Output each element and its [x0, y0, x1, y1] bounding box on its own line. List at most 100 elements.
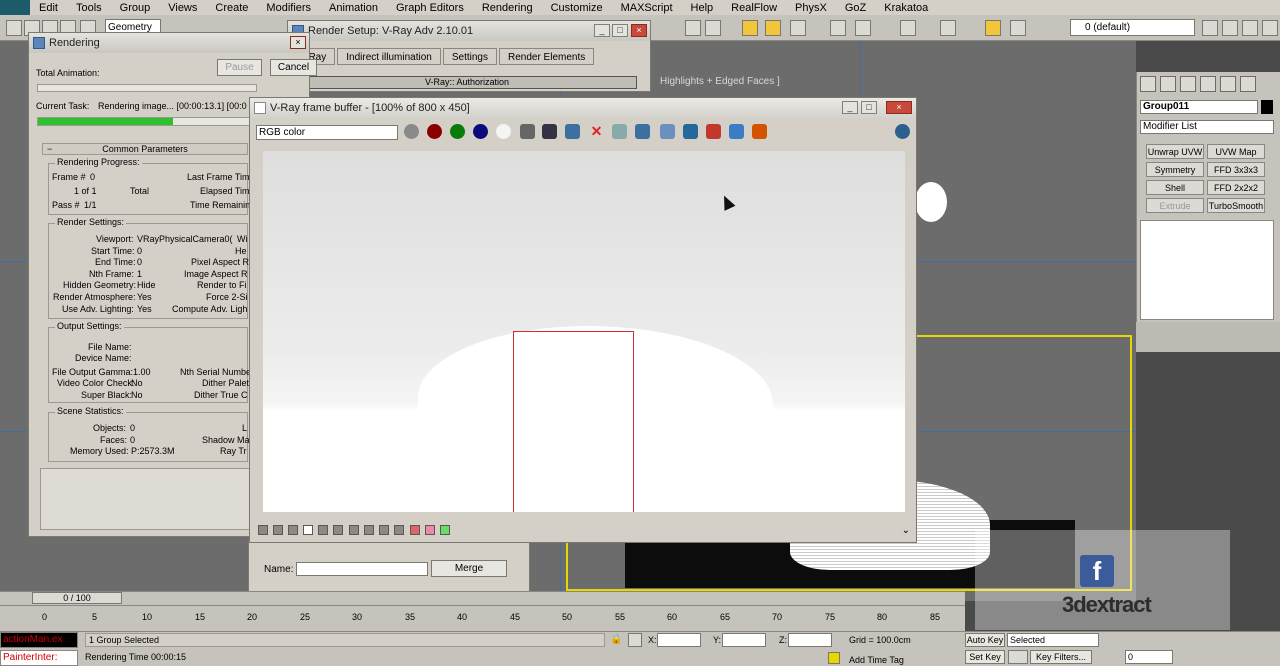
vfb-color-icon[interactable] [288, 525, 298, 535]
vfb-lut-icon[interactable] [379, 525, 389, 535]
name-field[interactable] [296, 562, 428, 576]
modifier-list-select[interactable]: Modifier List [1140, 120, 1274, 134]
menu-group[interactable]: Group [111, 2, 160, 14]
menu-krakatoa[interactable]: Krakatoa [875, 2, 937, 14]
close-icon[interactable]: × [631, 24, 647, 37]
save-image-icon[interactable] [542, 124, 557, 139]
clear-image-icon[interactable]: ✕ [589, 124, 604, 139]
layer-properties-icon[interactable] [1262, 20, 1278, 36]
vfb-curve-icon[interactable] [333, 525, 343, 535]
render-last-icon[interactable] [683, 124, 698, 139]
region-render-icon[interactable] [660, 124, 675, 139]
menu-maxscript[interactable]: MAXScript [612, 2, 682, 14]
load-image-icon[interactable] [565, 124, 580, 139]
menu-tools[interactable]: Tools [67, 2, 111, 14]
menu-create[interactable]: Create [206, 2, 257, 14]
link-to-render-icon[interactable] [706, 124, 721, 139]
menu-customize[interactable]: Customize [542, 2, 612, 14]
menu-views[interactable]: Views [159, 2, 206, 14]
tab-render-elements[interactable]: Render Elements [498, 48, 595, 65]
x-coordinate-field[interactable] [657, 633, 701, 647]
layer-select[interactable]: 0 (default) [1070, 19, 1195, 36]
maximize-icon[interactable]: □ [612, 24, 628, 37]
vfb-history-icon[interactable] [273, 525, 283, 535]
motion-tab-icon[interactable] [1200, 76, 1216, 92]
absolute-mode-icon[interactable] [628, 633, 642, 647]
utilities-tab-icon[interactable] [1240, 76, 1256, 92]
vfb-ab-icon[interactable] [440, 525, 450, 535]
minimize-icon[interactable]: _ [594, 24, 610, 37]
modifier-stack[interactable] [1140, 220, 1274, 320]
material-editor-icon[interactable] [985, 20, 1001, 36]
key-mode-select[interactable]: Selected [1007, 633, 1099, 647]
menu-help[interactable]: Help [682, 2, 723, 14]
time-tag-icon[interactable] [828, 652, 840, 664]
add-to-layer-icon[interactable] [1222, 20, 1238, 36]
vfb-stereo-icon[interactable] [410, 525, 420, 535]
object-color-swatch[interactable] [1261, 100, 1273, 114]
menu-edit[interactable]: Edit [30, 2, 67, 14]
minimize-icon[interactable]: _ [842, 101, 858, 114]
uvw-map-button[interactable]: UVW Map [1207, 144, 1265, 159]
display-tab-icon[interactable] [1220, 76, 1236, 92]
tab-settings[interactable]: Settings [442, 48, 497, 65]
vfb-levels-icon[interactable] [318, 525, 328, 535]
symmetry-button[interactable]: Symmetry [1146, 162, 1204, 177]
hierarchy-tab-icon[interactable] [1180, 76, 1196, 92]
menu-animation[interactable]: Animation [320, 2, 387, 14]
common-parameters-rollout[interactable]: − Common Parameters [42, 143, 248, 155]
duplicate-icon[interactable] [612, 124, 627, 139]
curve-editor-icon[interactable] [940, 20, 956, 36]
menu-physx[interactable]: PhysX [786, 2, 836, 14]
menu-realflow[interactable]: RealFlow [722, 2, 786, 14]
menu-graph-editors[interactable]: Graph Editors [387, 2, 473, 14]
menu-rendering[interactable]: Rendering [473, 2, 542, 14]
render-region-box[interactable] [513, 331, 634, 512]
display-correction-icon[interactable] [729, 124, 744, 139]
set-key-icon[interactable] [1008, 650, 1028, 664]
vray-authorization-rollout[interactable]: V-Ray:: Authorization [297, 76, 637, 89]
channel-select[interactable]: RGB color [256, 125, 398, 140]
rendered-image[interactable] [263, 151, 905, 512]
angle-snap-icon[interactable] [705, 20, 721, 36]
snap-icon[interactable] [685, 20, 701, 36]
vfb-compare-icon[interactable] [425, 525, 435, 535]
car-wireframe-mesh-top[interactable] [915, 182, 947, 222]
vfb-hdr-icon[interactable] [394, 525, 404, 535]
maximize-icon[interactable]: □ [861, 101, 877, 114]
green-channel-icon[interactable] [450, 124, 465, 139]
lock-selection-icon[interactable]: 🔒 [610, 634, 622, 645]
rgb-channel-icon[interactable] [404, 124, 419, 139]
extrude-button[interactable]: Extrude [1146, 198, 1204, 213]
add-time-tag-button[interactable]: Add Time Tag [849, 655, 904, 665]
render-teapot-icon[interactable] [895, 124, 910, 139]
blue-channel-icon[interactable] [473, 124, 488, 139]
select-layer-icon[interactable] [1242, 20, 1258, 36]
vfb-expand-icon[interactable]: ⌄ [902, 525, 910, 536]
spinner-snap-icon[interactable] [765, 20, 781, 36]
close-icon[interactable]: × [886, 101, 912, 114]
named-selection-icon[interactable] [790, 20, 806, 36]
object-name-field[interactable]: Group011 [1140, 100, 1258, 114]
set-key-button[interactable]: Set Key [965, 650, 1005, 664]
render-setup-icon[interactable] [1010, 20, 1026, 36]
close-icon[interactable]: × [290, 36, 306, 49]
merge-button[interactable]: Merge [431, 560, 507, 577]
maxscript-listener-input[interactable]: PainterInter: [0, 650, 78, 666]
vfb-info-icon[interactable] [258, 525, 268, 535]
key-filters-button[interactable]: Key Filters... [1030, 650, 1092, 664]
unwrap-uvw-button[interactable]: Unwrap UVW [1146, 144, 1204, 159]
create-tab-icon[interactable] [1140, 76, 1156, 92]
red-channel-icon[interactable] [427, 124, 442, 139]
modify-tab-icon[interactable] [1160, 76, 1176, 92]
ffd-2x2x2-button[interactable]: FFD 2x2x2 [1207, 180, 1265, 195]
app-logo[interactable] [0, 0, 30, 15]
lut-correction-icon[interactable] [752, 124, 767, 139]
pause-button[interactable]: Pause [217, 59, 262, 76]
layer-manager-icon[interactable] [900, 20, 916, 36]
undo-icon[interactable] [6, 20, 22, 36]
vfb-pixel-info-icon[interactable] [303, 525, 313, 535]
cancel-button[interactable]: Cancel [270, 59, 317, 76]
current-frame-field[interactable]: 0 [1125, 650, 1173, 664]
ffd-3x3x3-button[interactable]: FFD 3x3x3 [1207, 162, 1265, 177]
